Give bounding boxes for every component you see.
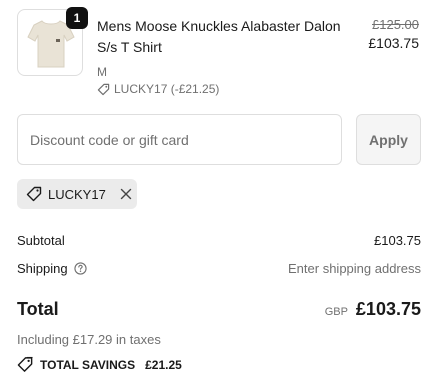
total-row: Total GBP £103.75 xyxy=(17,299,421,320)
total-savings: TOTAL SAVINGS £21.25 xyxy=(17,356,182,373)
subtotal-label: Subtotal xyxy=(17,233,65,248)
total-label: Total xyxy=(17,299,59,319)
savings-label: TOTAL SAVINGS xyxy=(40,357,136,372)
line-item: 1 Mens Moose Knuckles Alabaster Dalon S/… xyxy=(17,7,419,96)
shipping-row: Shipping Enter shipping address xyxy=(17,261,421,276)
quantity-badge: 1 xyxy=(66,7,88,29)
shipping-label-group: Shipping xyxy=(17,261,87,276)
tag-icon xyxy=(97,83,110,95)
applied-discount-chip: LUCKY17 xyxy=(17,179,137,209)
shipping-value: Enter shipping address xyxy=(288,261,421,276)
applied-discount-code: LUCKY17 xyxy=(48,186,106,202)
total-amount-group: GBP £103.75 xyxy=(325,299,421,320)
product-variant: M xyxy=(97,65,107,79)
currency-code: GBP xyxy=(324,306,348,318)
total-value: £103.75 xyxy=(355,299,421,319)
line-item-discount-text: LUCKY17 (-£21.25) xyxy=(114,82,220,96)
shipping-label: Shipping xyxy=(17,261,68,276)
sale-price: £103.75 xyxy=(368,35,419,51)
discount-code-placeholder: Discount code or gift card xyxy=(30,131,189,148)
line-item-discount: LUCKY17 (-£21.25) xyxy=(97,82,219,96)
tax-note: Including £17.29 in taxes xyxy=(17,332,161,347)
original-price: £125.00 xyxy=(372,17,419,32)
savings-value: £21.25 xyxy=(145,357,182,372)
apply-button[interactable]: Apply xyxy=(356,114,421,165)
subtotal-value: £103.75 xyxy=(374,233,421,248)
subtotal-row: Subtotal £103.75 xyxy=(17,233,421,248)
discount-code-input[interactable]: Discount code or gift card xyxy=(17,114,342,165)
savings-tag-icon xyxy=(17,356,33,372)
tag-icon xyxy=(26,186,42,202)
help-icon[interactable] xyxy=(73,262,87,275)
close-icon[interactable] xyxy=(120,188,132,200)
product-name: Mens Moose Knuckles Alabaster Dalon S/s … xyxy=(97,18,341,55)
